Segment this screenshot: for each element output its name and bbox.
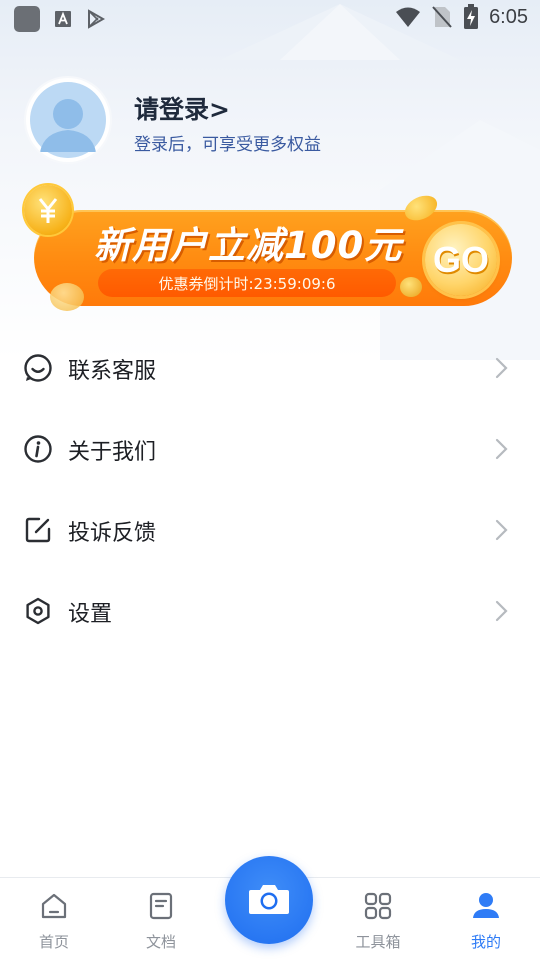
battery-charging-icon — [464, 4, 479, 29]
coin-icon — [24, 185, 72, 235]
chevron-right-icon — [495, 519, 508, 541]
menu-item-about-us[interactable]: 关于我们 — [0, 409, 540, 490]
tab-home[interactable]: 首页 — [9, 878, 99, 961]
go-button[interactable]: GO — [425, 224, 497, 296]
menu-item-feedback[interactable]: 投诉反馈 — [0, 490, 540, 571]
tab-label: 工具箱 — [355, 933, 401, 951]
menu-item-settings[interactable]: 设置 — [0, 571, 540, 652]
home-icon — [41, 893, 67, 919]
menu-item-label: 投诉反馈 — [68, 521, 157, 546]
menu-item-label: 设置 — [68, 602, 113, 627]
chevron-right-icon — [495, 600, 508, 622]
menu-item-label: 联系客服 — [68, 359, 157, 384]
camera-scan-button[interactable] — [225, 856, 313, 944]
tab-documents[interactable]: 文档 — [116, 878, 206, 961]
tab-mine[interactable]: 我的 — [441, 878, 531, 961]
login-link[interactable]: 请登录> — [134, 90, 230, 126]
tab-label: 文档 — [145, 933, 176, 951]
no-sim-icon — [432, 6, 452, 28]
coin-icon — [400, 277, 422, 297]
login-subtitle: 登录后，可享受更多权益 — [134, 135, 321, 155]
edit-icon — [25, 517, 51, 543]
menu-item-label: 关于我们 — [68, 440, 157, 465]
wifi-icon — [396, 7, 421, 27]
settings-icon — [26, 597, 50, 625]
settings-menu: 联系客服 关于我们 投诉反馈 设置 — [0, 328, 540, 652]
document-icon — [149, 892, 173, 920]
default-avatar-icon — [30, 82, 106, 158]
play-store-icon — [88, 9, 106, 29]
customer-service-icon — [24, 354, 52, 382]
coupon-countdown: 优惠券倒计时:23:59:09:6 — [98, 269, 396, 297]
status-bar-right: 6:05 — [395, 4, 528, 30]
a-text-icon — [55, 11, 71, 27]
chevron-right-icon — [495, 357, 508, 379]
tab-toolbox[interactable]: 工具箱 — [333, 878, 423, 961]
camera-icon — [249, 885, 289, 914]
avatar[interactable] — [26, 78, 110, 162]
coin-icon — [50, 283, 84, 311]
status-bar-left — [14, 6, 106, 32]
app-square-icon — [14, 6, 40, 32]
grid-icon — [364, 892, 392, 920]
tab-label: 我的 — [470, 933, 501, 951]
status-time: 6:05 — [489, 5, 528, 28]
promo-title: 新用户立减100元 — [94, 224, 403, 267]
promo-banner[interactable]: 新用户立减100元 优惠券倒计时:23:59:09:6 GO — [22, 183, 520, 315]
status-bar: 6:05 — [0, 0, 540, 36]
chevron-right-icon — [495, 438, 508, 460]
menu-item-customer-service[interactable]: 联系客服 — [0, 328, 540, 409]
go-button-label: GO — [432, 239, 489, 280]
tab-label: 首页 — [38, 933, 69, 951]
user-icon — [473, 893, 499, 918]
info-icon — [24, 435, 52, 463]
